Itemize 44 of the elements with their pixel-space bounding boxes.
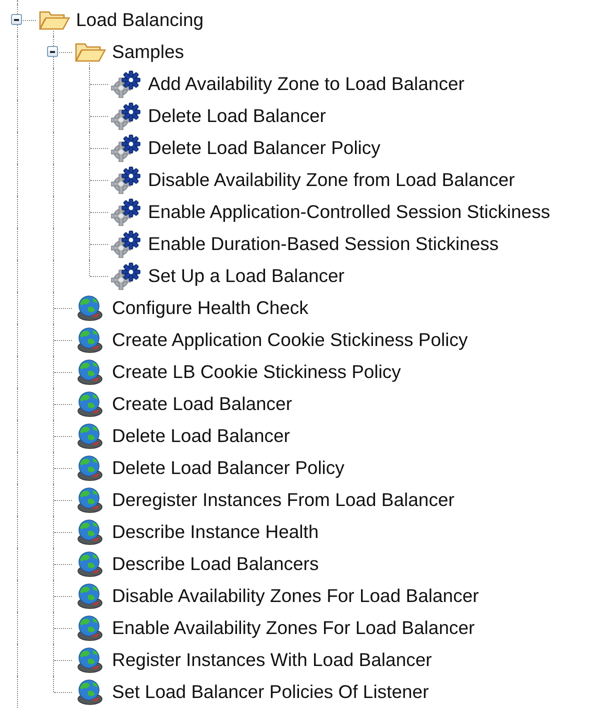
collapse-toggle[interactable] bbox=[47, 46, 58, 57]
globe-icon bbox=[75, 678, 105, 706]
globe-icon bbox=[75, 518, 105, 546]
globe-icon bbox=[75, 582, 105, 610]
tree-item[interactable]: Create Application Cookie Stickiness Policy bbox=[108, 328, 468, 352]
globe-icon bbox=[75, 422, 105, 450]
gears-icon bbox=[111, 134, 141, 162]
tree-item[interactable]: Delete Load Balancer Policy bbox=[144, 136, 380, 160]
gears-icon bbox=[111, 166, 141, 194]
tree-item[interactable]: Delete Load Balancer Policy bbox=[108, 456, 344, 480]
tree-item[interactable]: Load Balancing bbox=[72, 8, 204, 32]
globe-icon bbox=[75, 454, 105, 482]
tree-item[interactable]: Enable Duration-Based Session Stickiness bbox=[144, 232, 499, 256]
tree-item[interactable]: Samples bbox=[108, 40, 184, 64]
tree-item[interactable]: Enable Availability Zones For Load Balancer bbox=[108, 616, 475, 640]
tree-item[interactable]: Delete Load Balancer bbox=[108, 424, 290, 448]
globe-icon bbox=[75, 486, 105, 514]
tree-item[interactable]: Describe Instance Health bbox=[108, 520, 319, 544]
tree-item[interactable]: Create LB Cookie Stickiness Policy bbox=[108, 360, 401, 384]
collapse-toggle[interactable] bbox=[11, 14, 22, 25]
globe-icon bbox=[75, 550, 105, 578]
tree-item[interactable]: Disable Availability Zone from Load Balancer bbox=[144, 168, 515, 192]
globe-icon bbox=[75, 294, 105, 322]
tree-item[interactable]: Deregister Instances From Load Balancer bbox=[108, 488, 454, 512]
globe-icon bbox=[75, 326, 105, 354]
tree-item[interactable]: Delete Load Balancer bbox=[144, 104, 326, 128]
tree-item[interactable]: Set Up a Load Balancer bbox=[144, 264, 344, 288]
tree-item[interactable]: Describe Load Balancers bbox=[108, 552, 319, 576]
globe-icon bbox=[75, 646, 105, 674]
tree-item[interactable]: Configure Health Check bbox=[108, 296, 308, 320]
gears-icon bbox=[111, 70, 141, 98]
tree-item[interactable]: Enable Application-Controlled Session Stickiness bbox=[144, 200, 550, 224]
tree-item[interactable]: Set Load Balancer Policies Of Listener bbox=[108, 680, 429, 704]
tree-item[interactable]: Create Load Balancer bbox=[108, 392, 292, 416]
tree-item[interactable]: Disable Availability Zones For Load Balancer bbox=[108, 584, 479, 608]
gears-icon bbox=[111, 198, 141, 226]
gears-icon bbox=[111, 102, 141, 130]
globe-icon bbox=[75, 358, 105, 386]
gears-icon bbox=[111, 262, 141, 290]
globe-icon bbox=[75, 614, 105, 642]
tree-item[interactable]: Register Instances With Load Balancer bbox=[108, 648, 432, 672]
globe-icon bbox=[75, 390, 105, 418]
gears-icon bbox=[111, 230, 141, 258]
tree-item[interactable]: Add Availability Zone to Load Balancer bbox=[144, 72, 464, 96]
